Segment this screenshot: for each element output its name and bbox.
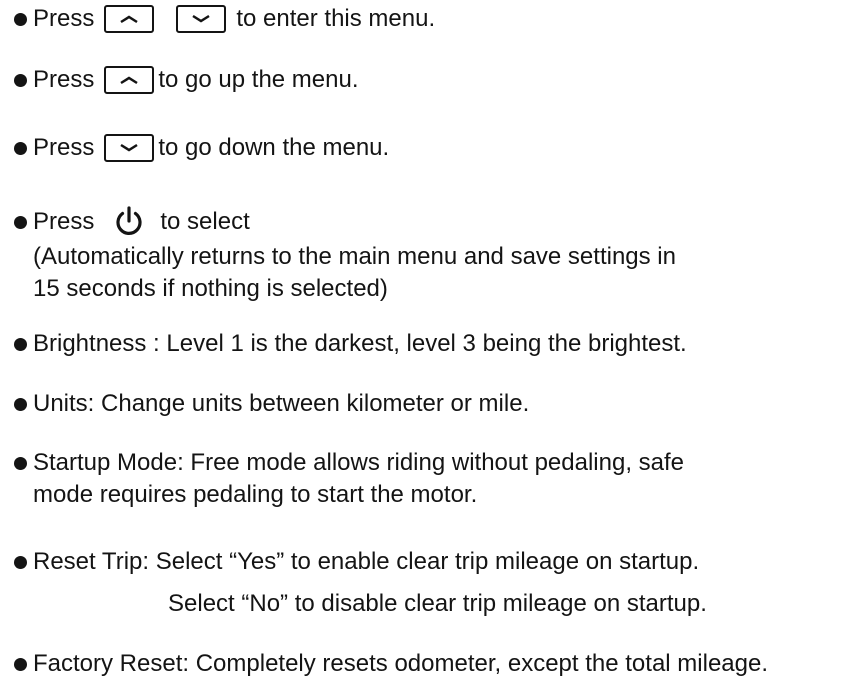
- item-units: Units: Change units between kilometer or…: [0, 390, 529, 418]
- instruction-suffix: to go up the menu.: [158, 66, 359, 93]
- item-reset-trip-line-2: Select “No” to disable clear trip mileag…: [168, 590, 707, 617]
- select-note-line-2: 15 seconds if nothing is selected): [33, 275, 388, 302]
- item-text: Units: Change units between kilometer or…: [33, 390, 530, 417]
- bullet: [14, 141, 27, 155]
- bullet: [14, 456, 27, 470]
- instruction-go-up: Press to go up the menu.: [0, 66, 359, 94]
- instruction-suffix: to select: [160, 208, 250, 235]
- bullet: [14, 657, 27, 671]
- item-text: Brightness : Level 1 is the darkest, lev…: [33, 330, 687, 357]
- item-text: Reset Trip: Select “Yes” to enable clear…: [33, 548, 700, 575]
- down-button-key: [104, 134, 155, 162]
- up-button-key: [104, 5, 155, 33]
- up-button-key: [104, 66, 155, 94]
- bullet: [14, 215, 27, 229]
- item-brightness: Brightness : Level 1 is the darkest, lev…: [0, 330, 687, 358]
- chevron-up-icon: [120, 15, 139, 24]
- chevron-up-icon: [120, 76, 139, 85]
- instruction-suffix: to go down the menu.: [158, 134, 390, 161]
- power-icon: [116, 206, 142, 235]
- instruction-prefix: Press: [33, 134, 95, 161]
- chevron-down-icon: [120, 143, 139, 152]
- instruction-prefix: Press: [33, 208, 95, 235]
- instruction-select: Press to select: [0, 205, 250, 239]
- instruction-suffix: to enter this menu.: [236, 5, 436, 32]
- instruction-enter-menu: Press to enter this menu.: [0, 5, 435, 33]
- bullet: [14, 337, 27, 351]
- bullet: [14, 397, 27, 411]
- item-startup-mode-line-2: mode requires pedaling to start the moto…: [33, 481, 478, 508]
- item-factory-reset: Factory Reset: Completely resets odomete…: [0, 650, 768, 678]
- item-reset-trip: Reset Trip: Select “Yes” to enable clear…: [0, 548, 699, 576]
- instruction-go-down: Press to go down the menu.: [0, 134, 389, 162]
- down-button-key: [176, 5, 227, 33]
- instruction-prefix: Press: [33, 5, 95, 32]
- item-text: Startup Mode: Free mode allows riding wi…: [33, 449, 685, 476]
- bullet: [14, 555, 27, 569]
- bullet: [14, 73, 27, 87]
- chevron-down-icon: [192, 14, 211, 23]
- item-startup-mode: Startup Mode: Free mode allows riding wi…: [0, 449, 684, 477]
- select-note-line-1: (Automatically returns to the main menu …: [33, 243, 676, 270]
- instruction-prefix: Press: [33, 66, 95, 93]
- bullet: [14, 12, 27, 26]
- item-text: Factory Reset: Completely resets odomete…: [33, 650, 769, 677]
